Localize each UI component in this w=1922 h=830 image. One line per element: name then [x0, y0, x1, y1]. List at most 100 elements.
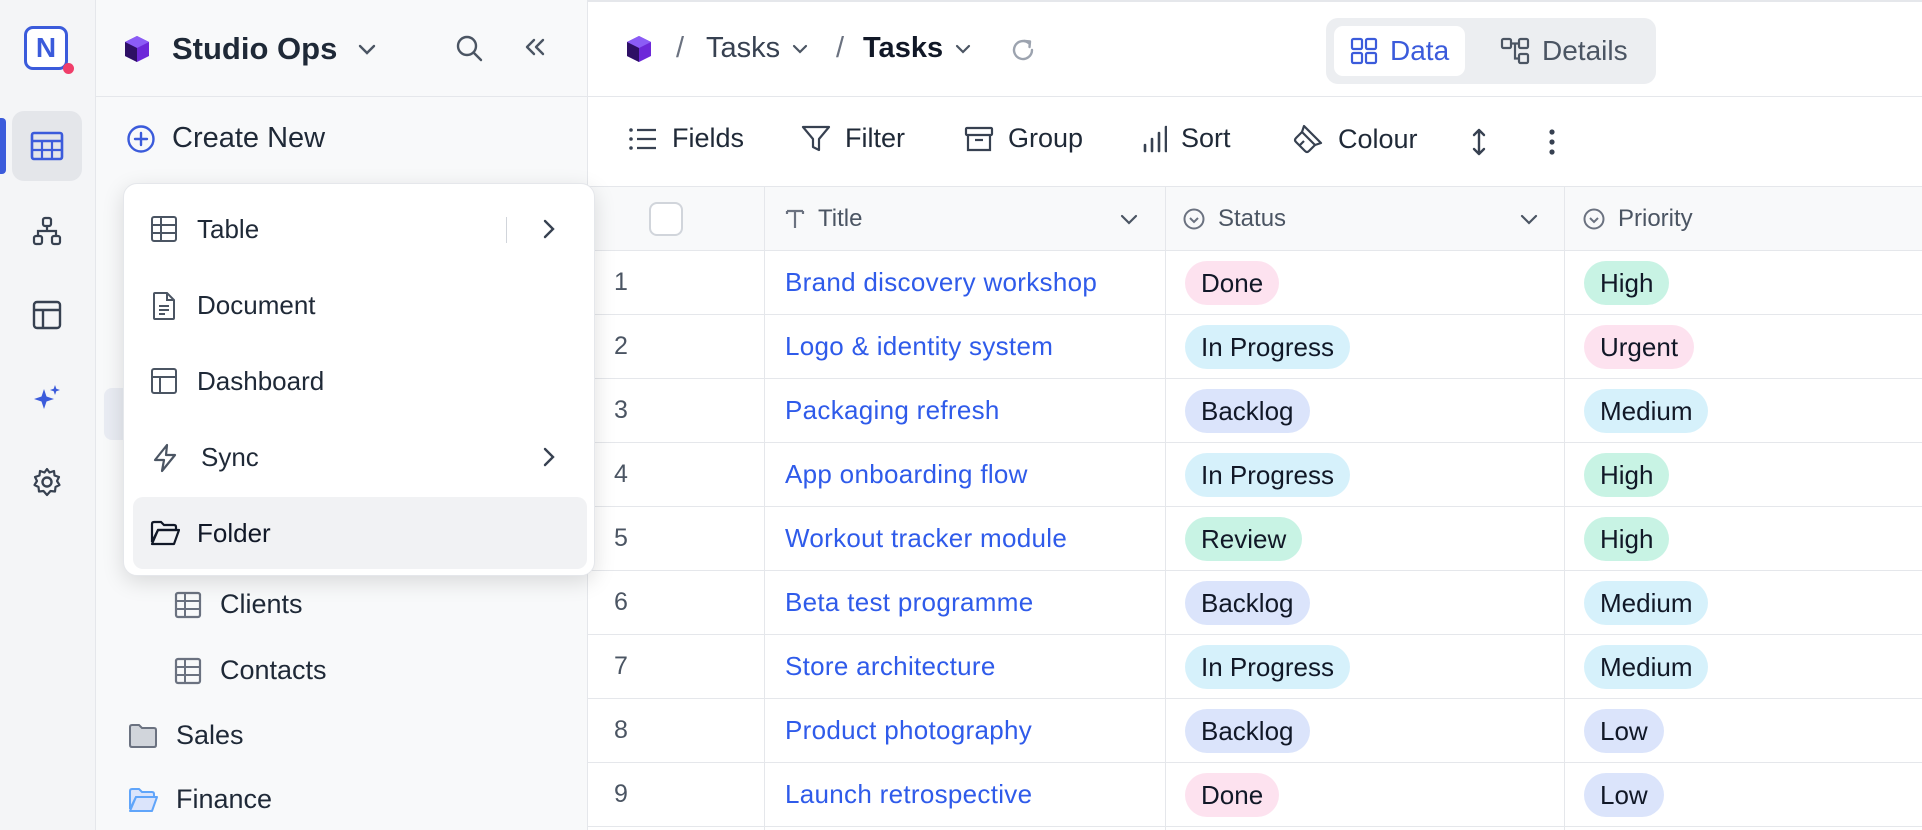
column-header-title[interactable]: Title	[784, 187, 862, 251]
sort-bars-icon	[1143, 125, 1167, 152]
top-bar: / Tasks / Tasks Data Details	[588, 0, 1922, 97]
menu-item-table[interactable]: Table	[133, 193, 587, 265]
row-number: 7	[614, 652, 628, 680]
column-divider	[764, 187, 765, 830]
menu-item-document[interactable]: Document	[133, 269, 587, 341]
title-cell[interactable]: Store architecture	[785, 651, 996, 682]
priority-badge[interactable]: Urgent	[1584, 325, 1695, 369]
rail-ai-button[interactable]	[12, 363, 82, 433]
filter-icon	[801, 125, 831, 151]
menu-item-dashboard[interactable]: Dashboard	[133, 345, 587, 417]
priority-badge[interactable]: High	[1584, 261, 1670, 305]
row-number: 3	[614, 396, 628, 424]
status-badge[interactable]: In Progress	[1185, 645, 1350, 689]
status-badge[interactable]: In Progress	[1185, 453, 1350, 497]
status-badge[interactable]: Done	[1185, 773, 1280, 817]
collapse-sidebar-icon[interactable]	[520, 33, 550, 63]
title-cell[interactable]: Brand discovery workshop	[785, 267, 1097, 298]
table-row[interactable]: 5 Workout tracker module Review High	[588, 507, 1922, 571]
status-badge[interactable]: Done	[1185, 261, 1280, 305]
status-badge[interactable]: Backlog	[1185, 389, 1310, 433]
column-divider	[1165, 187, 1166, 830]
chevron-right-icon[interactable]	[537, 217, 561, 241]
menu-item-sync[interactable]: Sync	[133, 421, 587, 493]
sidebar-item-sales[interactable]: Sales	[128, 720, 244, 751]
table-row[interactable]: 7 Store architecture In Progress Medium	[588, 635, 1922, 699]
menu-item-label: Document	[197, 289, 316, 320]
sort-button[interactable]: Sort	[1141, 123, 1231, 154]
details-view-label: Details	[1542, 35, 1628, 66]
rail-settings-button[interactable]	[12, 447, 82, 517]
chevron-down-icon[interactable]	[1518, 208, 1540, 230]
fields-button[interactable]: Fields	[628, 123, 744, 154]
sidebar-item-label: Finance	[176, 784, 273, 814]
search-icon[interactable]	[454, 33, 484, 63]
details-view-button[interactable]: Details	[1484, 26, 1644, 76]
rail-hierarchy-button[interactable]	[12, 196, 82, 266]
rail-dashboards-button[interactable]	[12, 280, 82, 350]
more-options-icon[interactable]	[1547, 127, 1557, 157]
priority-badge[interactable]: Medium	[1584, 581, 1709, 625]
column-header-status[interactable]: Status	[1182, 187, 1286, 251]
document-icon	[153, 292, 175, 320]
table-row[interactable]: 4 App onboarding flow In Progress High	[588, 443, 1922, 507]
table-icon	[174, 657, 202, 684]
sidebar-item-label: Sales	[176, 720, 244, 750]
sidebar-item-clients[interactable]: Clients	[174, 589, 303, 620]
details-icon	[1500, 37, 1530, 65]
workspace-name[interactable]: Studio Ops	[172, 31, 337, 67]
row-height-icon[interactable]	[1470, 127, 1488, 157]
title-cell[interactable]: Product photography	[785, 715, 1032, 746]
priority-badge[interactable]: High	[1584, 517, 1670, 561]
workspace-cube-icon	[125, 36, 149, 62]
column-header-priority[interactable]: Priority	[1582, 187, 1693, 251]
sidebar-item-finance[interactable]: Finance	[128, 784, 272, 815]
table-row[interactable]: 2 Logo & identity system In Progress Urgent	[588, 315, 1922, 379]
menu-item-label: Table	[197, 213, 260, 244]
title-cell[interactable]: Workout tracker module	[785, 523, 1067, 554]
table-row[interactable]: 3 Packaging refresh Backlog Medium	[588, 379, 1922, 443]
data-view-button[interactable]: Data	[1334, 26, 1466, 76]
status-badge[interactable]: Backlog	[1185, 581, 1310, 625]
menu-item-folder[interactable]: Folder	[133, 497, 587, 569]
status-badge[interactable]: In Progress	[1185, 325, 1350, 369]
status-badge[interactable]: Backlog	[1185, 709, 1310, 753]
title-cell[interactable]: Beta test programme	[785, 587, 1033, 618]
folder-open-icon	[129, 787, 158, 812]
colour-button[interactable]: Colour	[1292, 123, 1418, 155]
group-button[interactable]: Group	[964, 123, 1083, 154]
table-icon	[174, 591, 202, 618]
workspace-cube-icon	[627, 36, 651, 62]
title-cell[interactable]: Packaging refresh	[785, 395, 1000, 426]
breadcrumb-item-tasks[interactable]: Tasks	[706, 32, 810, 65]
menu-item-label: Sync	[201, 441, 259, 472]
title-cell[interactable]: App onboarding flow	[785, 459, 1028, 490]
breadcrumb-item-current[interactable]: Tasks	[863, 32, 973, 65]
create-new-button[interactable]: Create New	[126, 122, 325, 155]
column-header-label: Priority	[1618, 205, 1693, 232]
select-all-checkbox[interactable]	[649, 202, 683, 236]
title-cell[interactable]: Launch retrospective	[785, 779, 1032, 810]
filter-button[interactable]: Filter	[801, 123, 905, 154]
priority-badge[interactable]: Medium	[1584, 389, 1709, 433]
chevron-down-icon[interactable]	[1118, 208, 1140, 230]
chevron-down-icon[interactable]	[356, 38, 378, 60]
refresh-icon[interactable]	[1009, 36, 1037, 64]
priority-badge[interactable]: Medium	[1584, 645, 1709, 689]
chevron-right-icon[interactable]	[537, 445, 561, 469]
menu-item-label: Folder	[197, 517, 271, 548]
rail-tables-button[interactable]	[12, 111, 82, 181]
table-row[interactable]: 8 Product photography Backlog Low	[588, 699, 1922, 763]
table-row[interactable]: 9 Launch retrospective Done Low	[588, 763, 1922, 827]
app-logo[interactable]: N	[24, 26, 74, 74]
table-row[interactable]: 1 Brand discovery workshop Done High	[588, 251, 1922, 315]
sidebar-item-contacts[interactable]: Contacts	[174, 655, 327, 686]
breadcrumb-separator: /	[676, 32, 685, 64]
priority-badge[interactable]: Low	[1584, 773, 1664, 817]
table-row[interactable]: 6 Beta test programme Backlog Medium	[588, 571, 1922, 635]
status-badge[interactable]: Review	[1185, 517, 1303, 561]
title-cell[interactable]: Logo & identity system	[785, 331, 1053, 362]
priority-badge[interactable]: Low	[1584, 709, 1664, 753]
dashboard-icon	[151, 368, 177, 394]
priority-badge[interactable]: High	[1584, 453, 1670, 497]
